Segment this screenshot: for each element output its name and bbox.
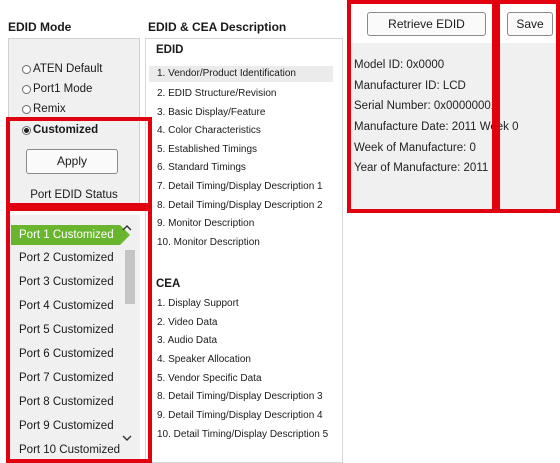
cea-list-item[interactable]: 1. Display Support [157,298,239,309]
edid-list-item[interactable]: 2. EDID Structure/Revision [157,88,277,99]
highlight-box-customized [6,117,152,207]
edid-section-title: EDID [156,44,184,56]
cea-list-item[interactable]: 9. Detail Timing/Display Description 4 [157,410,323,421]
edid-list-item[interactable]: 7. Detail Timing/Display Description 1 [157,181,323,192]
radio-label: Remix [33,103,66,115]
highlight-box-save [496,0,560,213]
edid-list-item[interactable]: 9. Monitor Description [157,218,254,229]
edid-list-item[interactable]: 8. Detail Timing/Display Description 2 [157,200,323,211]
radio-aten-default[interactable]: ATEN Default [22,63,102,75]
radio-label: ATEN Default [33,63,103,75]
edid-list-item[interactable]: 10. Monitor Description [157,237,260,248]
edid-list-item[interactable]: 1. Vendor/Product Identification [149,66,333,82]
cea-section-title: CEA [156,278,181,290]
radio-remix[interactable]: Remix [22,103,66,115]
radio-button-icon [22,104,31,114]
edid-list-item[interactable]: 4. Color Characteristics [157,125,261,136]
edid-cea-description-list: EDID 1. Vendor/Product Identification 2.… [145,38,343,463]
edid-list-item[interactable]: 3. Basic Display/Feature [157,107,265,118]
cea-list-item[interactable]: 4. Speaker Allocation [157,354,251,365]
edid-mode-header: EDID Mode [8,20,72,34]
cea-list-item[interactable]: 5. Vendor Specific Data [157,373,262,384]
cea-list-item[interactable]: 3. Audio Data [157,335,217,346]
highlight-box-port-list [6,207,152,463]
edid-list-item[interactable]: 6. Standard Timings [157,162,246,173]
highlight-box-retrieve-info [347,0,496,213]
radio-button-icon [22,64,31,74]
radio-button-icon [22,84,31,94]
radio-port1-mode[interactable]: Port1 Mode [22,83,92,95]
edid-list-item[interactable]: 5. Established Timings [157,144,257,155]
radio-label: Port1 Mode [33,83,93,95]
edid-cea-description-header: EDID & CEA Description [148,20,287,34]
cea-list-item[interactable]: 10. Detail Timing/Display Description 5 [157,429,328,440]
cea-list-item[interactable]: 8. Detail Timing/Display Description 3 [157,391,323,402]
cea-list-item[interactable]: 2. Video Data [157,317,217,328]
